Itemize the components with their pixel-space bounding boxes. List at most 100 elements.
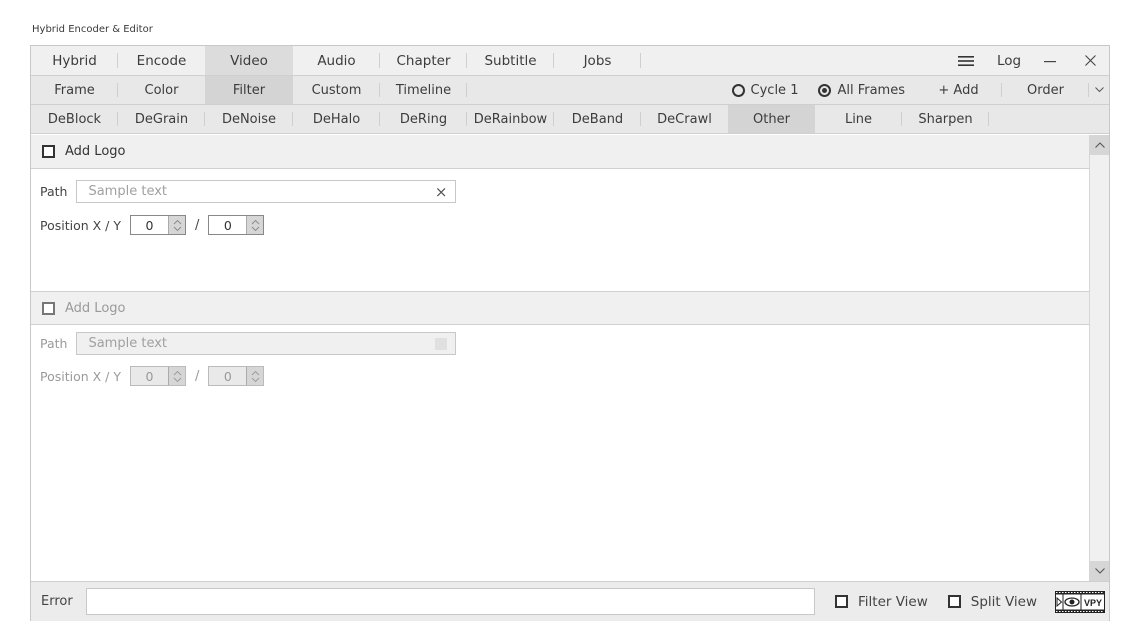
checkbox-label: Add Logo bbox=[65, 300, 126, 316]
add-logo-checkbox-2[interactable] bbox=[42, 301, 55, 315]
hamburger-icon bbox=[958, 55, 974, 66]
path-input-1[interactable]: Sample text × bbox=[76, 180, 457, 203]
checkbox-label: Split View bbox=[970, 593, 1038, 610]
tab-label: Custom bbox=[311, 82, 362, 98]
tab-subtitle[interactable]: Subtitle bbox=[467, 46, 554, 75]
order-label: Order bbox=[1027, 82, 1064, 98]
radio-label: All Frames bbox=[837, 82, 905, 98]
tab-decrawl[interactable]: DeCrawl bbox=[641, 105, 728, 133]
spin-arrows-icon[interactable] bbox=[169, 216, 185, 234]
tab-label: Sharpen bbox=[918, 111, 973, 127]
split-view-checkbox[interactable]: Split View bbox=[947, 593, 1038, 610]
filter-view-checkbox[interactable]: Filter View bbox=[835, 594, 928, 610]
tab-label: Video bbox=[230, 52, 268, 69]
tab-label: Encode bbox=[136, 52, 187, 69]
clear-icon bbox=[435, 338, 448, 350]
tab-color[interactable]: Color bbox=[118, 76, 205, 104]
path-row-1: Path Sample text × bbox=[40, 180, 457, 203]
tab-derainbow[interactable]: DeRainbow bbox=[467, 105, 554, 133]
minimize-button[interactable] bbox=[1029, 46, 1071, 75]
tab-label: Jobs bbox=[583, 52, 612, 69]
tab-label: DeBand bbox=[571, 111, 624, 127]
tab-spacer bbox=[467, 76, 722, 104]
tab-hybrid[interactable]: Hybrid bbox=[31, 46, 118, 75]
tab-label: Color bbox=[144, 82, 179, 98]
tab-label: DeRing bbox=[399, 111, 448, 127]
position-x-spinbox-2[interactable]: 0 bbox=[130, 366, 186, 386]
tab-label: Frame bbox=[54, 82, 95, 98]
dropdown-button[interactable] bbox=[1089, 76, 1109, 104]
radio-checked-icon bbox=[818, 83, 832, 97]
scroll-down-button[interactable] bbox=[1090, 561, 1109, 581]
spin-arrows-icon[interactable] bbox=[247, 367, 264, 385]
path-placeholder: Sample text bbox=[88, 336, 168, 351]
tab-label: DeHalo bbox=[312, 111, 361, 127]
path-placeholder: Sample text bbox=[88, 184, 168, 199]
logo-group-1-header: Add Logo bbox=[31, 135, 1089, 169]
path-input-2[interactable]: Sample text bbox=[76, 332, 457, 355]
checkbox-label: Add Logo bbox=[65, 144, 126, 159]
radio-label: Cycle 1 bbox=[750, 82, 799, 98]
spin-arrows-icon[interactable] bbox=[169, 367, 185, 385]
tab-dering[interactable]: DeRing bbox=[380, 105, 467, 133]
vpy-preview-button[interactable]: VPY bbox=[1055, 589, 1106, 615]
tab-denoise[interactable]: DeNoise bbox=[205, 105, 293, 133]
tab-video[interactable]: Video bbox=[205, 46, 293, 75]
tab-line[interactable]: Line bbox=[815, 105, 902, 133]
chevron-down-icon bbox=[1094, 87, 1104, 93]
tab-chapter[interactable]: Chapter bbox=[380, 46, 467, 75]
spin-arrows-icon[interactable] bbox=[247, 216, 264, 234]
tab-deband[interactable]: DeBand bbox=[554, 105, 641, 133]
tab-label: Filter bbox=[232, 82, 266, 98]
tab-encode[interactable]: Encode bbox=[118, 46, 205, 75]
tab-deblock[interactable]: DeBlock bbox=[31, 105, 118, 133]
order-button[interactable]: Order bbox=[1002, 76, 1089, 104]
clear-icon[interactable]: × bbox=[435, 183, 448, 201]
tab-filter[interactable]: Filter bbox=[205, 76, 293, 104]
minimize-icon bbox=[1044, 60, 1056, 62]
tab-label: Chapter bbox=[396, 52, 451, 69]
checkbox-label: Filter View bbox=[858, 593, 928, 610]
tab-label: DeBlock bbox=[47, 111, 102, 127]
tab-label: Line bbox=[844, 111, 873, 127]
tab-label: DeCrawl bbox=[657, 111, 712, 127]
log-button[interactable]: Log bbox=[989, 46, 1029, 75]
tab-label: DeRainbow bbox=[473, 111, 548, 127]
add-label: + Add bbox=[938, 82, 979, 98]
tab-frame[interactable]: Frame bbox=[31, 76, 118, 104]
add-logo-checkbox-1[interactable] bbox=[42, 145, 55, 158]
main-tab-bar: Hybrid Encode Video Audio Chapter Subtit… bbox=[31, 46, 1109, 76]
tab-sharpen[interactable]: Sharpen bbox=[902, 105, 989, 133]
radio-unchecked-icon bbox=[731, 83, 745, 97]
position-label: Position X / Y bbox=[40, 368, 121, 384]
vertical-scrollbar[interactable] bbox=[1089, 135, 1109, 581]
tab-other[interactable]: Other bbox=[728, 105, 815, 133]
position-y-spinbox-2[interactable]: 0 bbox=[208, 366, 265, 386]
tab-timeline[interactable]: Timeline bbox=[380, 76, 467, 104]
tab-audio[interactable]: Audio bbox=[293, 46, 380, 75]
checkbox-box bbox=[947, 595, 961, 608]
spin-value: 0 bbox=[131, 216, 169, 234]
radio-cycle-1[interactable]: Cycle 1 bbox=[722, 76, 809, 104]
filter-tab-bar: DeBlock DeGrain DeNoise DeHalo DeRing De… bbox=[31, 105, 1109, 134]
video-tab-bar: Frame Color Filter Custom Timeline Cycle… bbox=[31, 76, 1109, 105]
position-x-spinbox-1[interactable]: 0 bbox=[130, 215, 186, 235]
vpy-label: VPY bbox=[1084, 598, 1102, 608]
position-row-2: Position X / Y 0 / 0 bbox=[40, 366, 265, 386]
scroll-up-button[interactable] bbox=[1090, 135, 1109, 155]
content-area: Add Logo Path Sample text × Position X /… bbox=[31, 135, 1089, 581]
path-row-2: Path Sample text bbox=[40, 332, 457, 355]
tab-dehalo[interactable]: DeHalo bbox=[293, 105, 380, 133]
radio-all-frames[interactable]: All Frames bbox=[808, 76, 915, 104]
app-title: Hybrid Encoder & Editor bbox=[32, 24, 153, 35]
tab-degrain[interactable]: DeGrain bbox=[118, 105, 205, 133]
add-button[interactable]: + Add bbox=[915, 76, 1002, 104]
tab-spacer bbox=[641, 46, 943, 75]
error-field[interactable] bbox=[86, 588, 815, 615]
close-button[interactable] bbox=[1071, 46, 1109, 75]
tab-jobs[interactable]: Jobs bbox=[554, 46, 641, 75]
position-y-spinbox-1[interactable]: 0 bbox=[208, 215, 265, 235]
menu-button[interactable] bbox=[943, 46, 989, 75]
tab-custom[interactable]: Custom bbox=[293, 76, 380, 104]
chevron-down-icon bbox=[1094, 568, 1105, 574]
